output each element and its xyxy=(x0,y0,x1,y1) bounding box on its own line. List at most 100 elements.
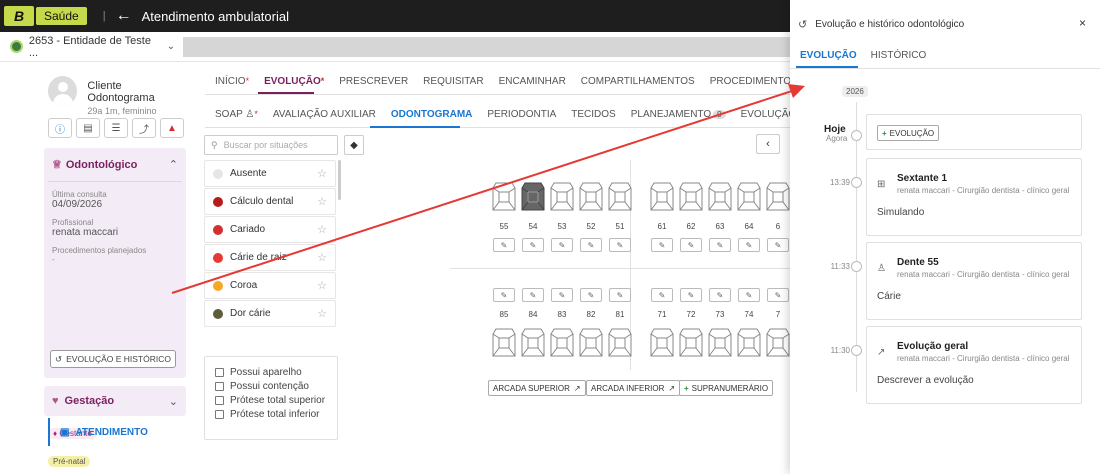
star-icon[interactable]: ☆ xyxy=(317,251,327,264)
edit-icon[interactable]: ✎ xyxy=(580,288,602,302)
edit-icon[interactable]: ✎ xyxy=(522,238,544,252)
checkbox-item[interactable]: Prótese total inferior xyxy=(215,409,327,420)
tooth[interactable] xyxy=(550,180,574,212)
event-card[interactable]: ↗ Evolução geral renata maccari - Cirurgiã… xyxy=(866,326,1082,404)
tooth[interactable] xyxy=(679,180,703,212)
eraser-icon[interactable]: ◆ xyxy=(344,135,364,155)
list-icon[interactable]: ☰ xyxy=(104,118,128,138)
tooth[interactable] xyxy=(521,326,545,358)
tab-avaliacao-auxiliar[interactable]: AVALIAÇÃO AUXILIAR xyxy=(273,109,376,120)
tooth[interactable] xyxy=(492,326,516,358)
checkbox-item[interactable]: Possui aparelho xyxy=(215,367,327,378)
edit-icon[interactable]: ✎ xyxy=(651,288,673,302)
tooth[interactable] xyxy=(766,326,790,358)
arcada-inferior-button[interactable]: ARCADA INFERIOR ↗ xyxy=(586,380,681,396)
checkbox[interactable] xyxy=(215,410,224,419)
info-icon[interactable]: ⓘ xyxy=(48,118,72,138)
tooth[interactable] xyxy=(550,326,574,358)
tab-historico[interactable]: HISTÓRICO xyxy=(871,50,927,61)
edit-icon[interactable]: ✎ xyxy=(680,238,702,252)
odontologico-header[interactable]: ♕ Odontológico ⌃ xyxy=(44,148,186,181)
product-badge[interactable]: Saúde xyxy=(36,7,87,25)
supranumerario-button[interactable]: + SUPRANUMERÁRIO xyxy=(679,380,774,396)
tab-evolucao-panel[interactable]: EVOLUÇÃO xyxy=(800,50,857,61)
edit-icon[interactable]: ✎ xyxy=(680,288,702,302)
gestacao-card[interactable]: ♥ Gestação ⌄ xyxy=(44,386,186,416)
search-input[interactable]: ⚲ Buscar por situações xyxy=(204,135,338,155)
tab-planejamento[interactable]: PLANEJAMENTO 0 xyxy=(631,109,726,120)
edit-icon[interactable]: ✎ xyxy=(551,238,573,252)
tab-compartilhamentos[interactable]: COMPARTILHAMENTOS xyxy=(581,76,695,87)
edit-icon[interactable]: ✎ xyxy=(580,238,602,252)
edit-icon[interactable]: ✎ xyxy=(709,238,731,252)
checkbox-item[interactable]: Prótese total superior xyxy=(215,395,327,406)
document-icon[interactable]: ▤ xyxy=(76,118,100,138)
list-item[interactable]: Cárie de raiz ☆ xyxy=(204,244,336,271)
tooth[interactable] xyxy=(737,180,761,212)
tab-evolucao[interactable]: EVOLUÇÃO* xyxy=(264,76,324,87)
star-icon[interactable]: ☆ xyxy=(317,279,327,292)
checkbox[interactable] xyxy=(215,382,224,391)
edit-icon[interactable]: ✎ xyxy=(709,288,731,302)
list-item[interactable]: Cariado ☆ xyxy=(204,216,336,243)
star-icon[interactable]: ☆ xyxy=(317,195,327,208)
edit-icon[interactable]: ✎ xyxy=(609,288,631,302)
arcada-superior-button[interactable]: ARCADA SUPERIOR ↗ xyxy=(488,380,586,396)
app-logo[interactable]: B xyxy=(4,6,34,26)
chevron-left-icon[interactable]: ‹ xyxy=(756,134,780,154)
chart-icon[interactable]: ⤴ xyxy=(132,118,156,138)
checkbox[interactable] xyxy=(215,396,224,405)
tooth[interactable] xyxy=(679,326,703,358)
edit-icon[interactable]: ✎ xyxy=(493,288,515,302)
add-evolution-button[interactable]: + EVOLUÇÃO xyxy=(877,125,940,141)
edit-icon[interactable]: ✎ xyxy=(522,288,544,302)
tooth[interactable] xyxy=(608,326,632,358)
edit-icon[interactable]: ✎ xyxy=(767,288,789,302)
tooth[interactable] xyxy=(579,326,603,358)
close-icon[interactable]: × xyxy=(1079,16,1086,30)
edit-icon[interactable]: ✎ xyxy=(551,288,573,302)
list-item[interactable]: Cálculo dental ☆ xyxy=(204,188,336,215)
event-card[interactable]: ♙ Dente 55 renata maccari - Cirurgião dent… xyxy=(866,242,1082,320)
scrollbar[interactable] xyxy=(338,160,341,200)
tab-requisitar[interactable]: REQUISITAR xyxy=(423,76,483,87)
tab-odontograma[interactable]: ODONTOGRAMA xyxy=(391,109,472,120)
tab-prescrever[interactable]: PRESCREVER xyxy=(339,76,408,87)
evolution-history-button[interactable]: ↺ EVOLUÇÃO E HISTÓRICO xyxy=(50,350,176,368)
tab-inicio[interactable]: INÍCIO* xyxy=(215,76,249,87)
tooth[interactable] xyxy=(766,180,790,212)
chevron-down-icon[interactable]: ⌄ xyxy=(167,41,175,52)
tab-evolucao-sub[interactable]: EVOLUÇÃO xyxy=(741,109,797,120)
warning-icon[interactable]: ▲ xyxy=(160,118,184,138)
tab-periodontia[interactable]: PERIODONTIA xyxy=(487,109,556,120)
event-card[interactable]: ⊞ Sextante 1 renata maccari - Cirurgião de… xyxy=(866,158,1082,236)
tooth[interactable] xyxy=(650,180,674,212)
list-item[interactable]: Ausente ☆ xyxy=(204,160,336,187)
tooth[interactable] xyxy=(608,180,632,212)
tooth[interactable] xyxy=(708,326,732,358)
tooth[interactable] xyxy=(492,180,516,212)
star-icon[interactable]: ☆ xyxy=(317,223,327,236)
checkbox[interactable] xyxy=(215,368,224,377)
tab-encaminhar[interactable]: ENCAMINHAR xyxy=(499,76,566,87)
back-arrow-icon[interactable]: ← xyxy=(116,7,132,25)
tooth[interactable] xyxy=(737,326,761,358)
star-icon[interactable]: ☆ xyxy=(317,167,327,180)
tooth[interactable] xyxy=(521,180,545,212)
entity-selector[interactable]: 2653 - Entidade de Teste ... xyxy=(29,35,161,59)
chevron-down-icon[interactable]: ⌄ xyxy=(169,395,178,408)
star-icon[interactable]: ☆ xyxy=(317,307,327,320)
edit-icon[interactable]: ✎ xyxy=(609,238,631,252)
edit-icon[interactable]: ✎ xyxy=(738,288,760,302)
tab-tecidos[interactable]: TECIDOS xyxy=(571,109,615,120)
tab-soap[interactable]: SOAP ♙* xyxy=(215,109,258,120)
edit-icon[interactable]: ✎ xyxy=(651,238,673,252)
tooth[interactable] xyxy=(579,180,603,212)
list-item[interactable]: Dor cárie ☆ xyxy=(204,300,336,327)
checkbox-item[interactable]: Possui contenção xyxy=(215,381,327,392)
atendimento-button[interactable]: ▣ ATENDIMENTO xyxy=(48,418,190,446)
chevron-up-icon[interactable]: ⌃ xyxy=(169,158,178,171)
edit-icon[interactable]: ✎ xyxy=(738,238,760,252)
tooth[interactable] xyxy=(650,326,674,358)
list-item[interactable]: Coroa ☆ xyxy=(204,272,336,299)
